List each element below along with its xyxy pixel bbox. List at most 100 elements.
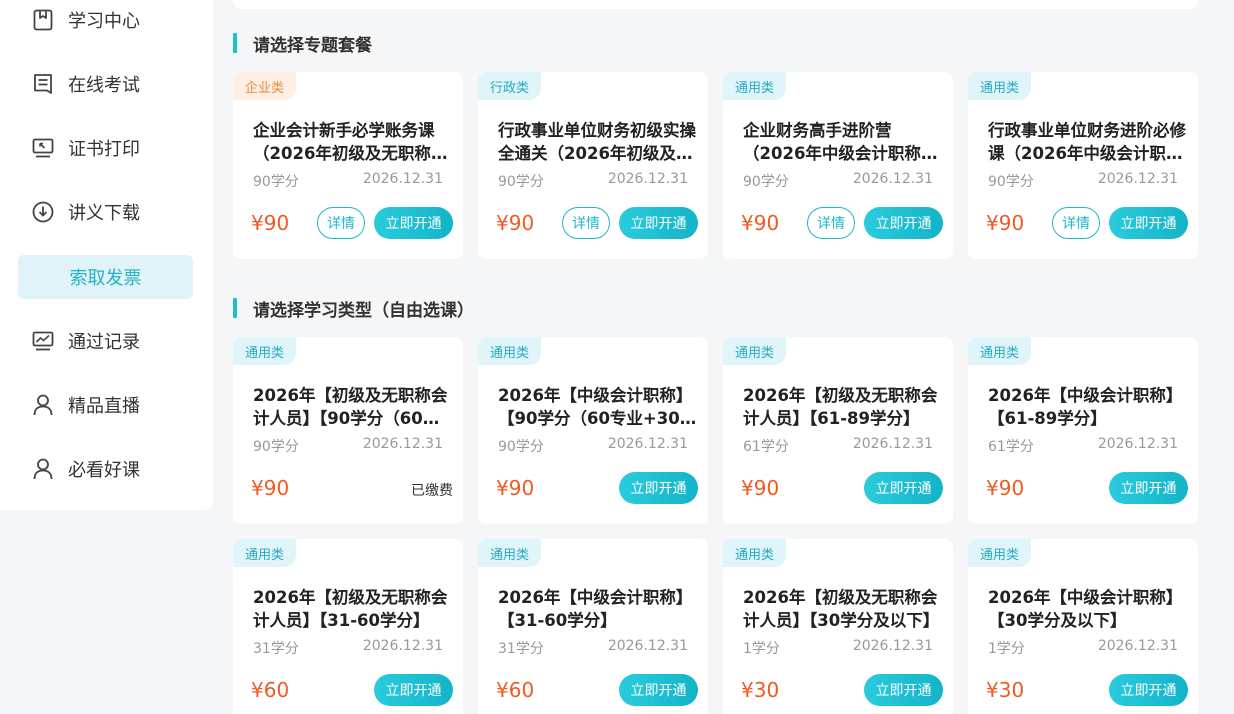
card-credit: 90学分 [253, 174, 299, 190]
user-icon [32, 394, 54, 416]
card-date: 2026.12.31 [852, 638, 933, 654]
sidebar-item-label: 索取发票 [69, 268, 142, 289]
card-date: 2026.12.31 [1097, 171, 1178, 187]
sidebar-item-label: 在线考试 [68, 75, 140, 96]
card-credit: 1学分 [988, 641, 1025, 657]
card-price: ¥60 [496, 678, 535, 702]
card-title: 行政事业单位财务初级实操全通关（2026年初级及无职称会计人员） [498, 121, 696, 163]
sidebar-item-study-center[interactable]: 学习中心 [18, 0, 193, 42]
open-now-button[interactable]: 立即开通 [1109, 674, 1188, 706]
open-now-button[interactable]: 立即开通 [864, 472, 943, 504]
sidebar-item-label: 证书打印 [68, 139, 140, 160]
category-tag: 行政类 [478, 72, 542, 100]
detail-button[interactable]: 详情 [562, 207, 610, 239]
card-price: ¥90 [251, 476, 290, 500]
card-price: ¥90 [496, 476, 535, 500]
card-credit: 90学分 [253, 439, 299, 455]
section-title-text: 请选择专题套餐 [253, 35, 372, 56]
sidebar-item-label: 学习中心 [68, 11, 140, 32]
card-price: ¥90 [986, 211, 1025, 235]
open-now-button[interactable]: 立即开通 [619, 674, 698, 706]
card-title: 2026年【初级及无职称会计人员】【30学分及以下】 [743, 588, 940, 630]
sidebar-item-must-see-courses[interactable]: 必看好课 [18, 447, 193, 491]
open-now-button[interactable]: 立即开通 [374, 674, 453, 706]
section-title-packages: 请选择专题套餐 [233, 32, 372, 56]
card-price: ¥90 [741, 476, 780, 500]
card-price: ¥30 [986, 678, 1025, 702]
card-title: 2026年【初级及无职称会计人员】【61-89学分】 [743, 386, 938, 428]
open-now-button[interactable]: 立即开通 [1109, 207, 1188, 239]
card-date: 2026.12.31 [607, 436, 688, 452]
card-title: 2026年【中级会计职称】【90学分（60专业+30公需）】 [498, 386, 697, 428]
sidebar-item-handout-download[interactable]: 讲义下载 [18, 190, 193, 234]
card-title: 2026年【初级及无职称会计人员】【31-60学分】 [253, 588, 448, 630]
card-credit: 1学分 [743, 641, 780, 657]
open-now-button[interactable]: 立即开通 [864, 207, 943, 239]
card-title: 2026年【中级会计职称】【61-89学分】 [988, 386, 1183, 428]
card-date: 2026.12.31 [607, 638, 688, 654]
open-now-button[interactable]: 立即开通 [619, 207, 698, 239]
card-date: 2026.12.31 [362, 171, 443, 187]
card-credit: 90学分 [498, 439, 544, 455]
category-tag: 通用类 [723, 539, 787, 567]
section-accent-bar [233, 298, 237, 318]
card-date: 2026.12.31 [1097, 436, 1178, 452]
category-tag: 企业类 [233, 72, 297, 100]
paid-status: 已缴费 [411, 483, 453, 499]
open-now-button[interactable]: 立即开通 [374, 207, 453, 239]
category-tag: 通用类 [233, 539, 297, 567]
category-tag: 通用类 [723, 72, 787, 100]
sidebar-item-certificate-print[interactable]: 证书打印 [18, 126, 193, 170]
section-title-text: 请选择学习类型（自由选课） [253, 300, 474, 321]
category-tag: 通用类 [968, 539, 1032, 567]
card-price: ¥30 [741, 678, 780, 702]
card-title: 企业财务高手进阶营（2026年中级会计职称人员） [743, 121, 938, 163]
sidebar-item-online-exam[interactable]: 在线考试 [18, 62, 193, 106]
sidebar-item-pass-records[interactable]: 通过记录 [18, 319, 193, 363]
card-credit: 31学分 [253, 641, 299, 657]
sidebar-item-label: 讲义下载 [68, 203, 140, 224]
category-tag: 通用类 [968, 72, 1032, 100]
section-title-courses: 请选择学习类型（自由选课） [233, 297, 474, 321]
detail-button[interactable]: 详情 [317, 207, 365, 239]
card-date: 2026.12.31 [362, 436, 443, 452]
package-card: 通用类 企业财务高手进阶营（2026年中级会计职称人员） 90学分 2026.1… [723, 72, 953, 259]
course-card: 通用类 2026年【中级会计职称】【30学分及以下】 1学分 2026.12.3… [968, 539, 1198, 714]
category-tag: 通用类 [478, 539, 542, 567]
card-title: 行政事业单位财务进阶必修课（2026年中级会计职称人员） [988, 121, 1186, 163]
card-date: 2026.12.31 [852, 171, 933, 187]
open-now-button[interactable]: 立即开通 [1109, 472, 1188, 504]
chart-icon [32, 330, 54, 352]
open-now-button[interactable]: 立即开通 [864, 674, 943, 706]
course-card: 通用类 2026年【初级及无职称会计人员】【30学分及以下】 1学分 2026.… [723, 539, 953, 714]
exam-icon [32, 73, 54, 95]
sidebar-item-request-invoice[interactable]: 索取发票 [18, 255, 193, 299]
detail-button[interactable]: 详情 [1052, 207, 1100, 239]
card-date: 2026.12.31 [607, 171, 688, 187]
course-card: 通用类 2026年【初级及无职称会计人员】【90学分（60专业+30公需）】 9… [233, 337, 463, 524]
package-card: 行政类 行政事业单位财务初级实操全通关（2026年初级及无职称会计人员） 90学… [478, 72, 708, 259]
course-card: 通用类 2026年【中级会计职称】【90学分（60专业+30公需）】 90学分 … [478, 337, 708, 524]
card-credit: 31学分 [498, 641, 544, 657]
card-date: 2026.12.31 [852, 436, 933, 452]
sidebar-item-label: 通过记录 [68, 332, 140, 353]
package-card: 企业类 企业会计新手必学账务课（2026年初级及无职称会计人员） 90学分 20… [233, 72, 463, 259]
card-credit: 61学分 [988, 439, 1034, 455]
package-card: 通用类 行政事业单位财务进阶必修课（2026年中级会计职称人员） 90学分 20… [968, 72, 1198, 259]
open-now-button[interactable]: 立即开通 [619, 472, 698, 504]
course-card: 通用类 2026年【中级会计职称】【31-60学分】 31学分 2026.12.… [478, 539, 708, 714]
user-icon [32, 458, 54, 480]
sidebar: 学习中心 在线考试 证书打印 讲义下载 索取发票 通过记录 精品直播 必看好课 [0, 0, 213, 510]
detail-button[interactable]: 详情 [807, 207, 855, 239]
sidebar-item-label: 必看好课 [68, 460, 140, 481]
category-tag: 通用类 [478, 337, 542, 365]
card-credit: 61学分 [743, 439, 789, 455]
card-title: 2026年【中级会计职称】【31-60学分】 [498, 588, 693, 630]
category-tag: 通用类 [968, 337, 1032, 365]
bookmark-icon [32, 9, 54, 31]
sidebar-item-premium-live[interactable]: 精品直播 [18, 383, 193, 427]
card-credit: 90学分 [988, 174, 1034, 190]
certificate-icon [32, 137, 54, 159]
sidebar-item-label: 精品直播 [68, 396, 140, 417]
card-title: 企业会计新手必学账务课（2026年初级及无职称会计人员） [253, 121, 448, 163]
